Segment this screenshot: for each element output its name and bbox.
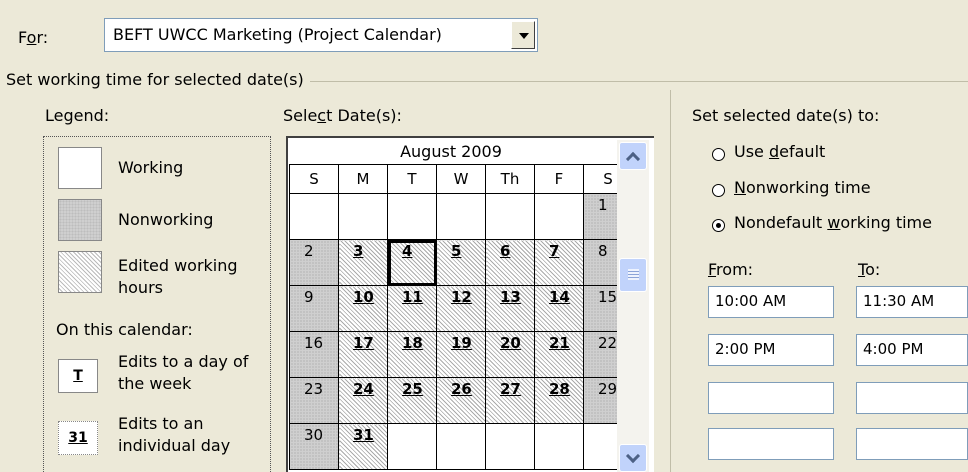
day-of-week-sample: T	[58, 359, 98, 393]
calendar-empty-cell	[485, 423, 535, 470]
calendar-day[interactable]: 10	[338, 285, 388, 332]
calendar-day[interactable]: 6	[485, 239, 535, 286]
weekday-header[interactable]: S	[289, 164, 339, 194]
from-field-2[interactable]: 2:00 PM	[708, 334, 834, 366]
from-label: From:	[708, 260, 754, 279]
calendar-empty-cell	[387, 423, 437, 470]
nondefault-radio[interactable]	[712, 219, 725, 232]
weekday-header[interactable]: Th	[485, 164, 535, 194]
legend-edited-line1: Edited working	[118, 256, 238, 275]
edited-hours-swatch	[58, 251, 102, 293]
legend-day-week-line2: the week	[118, 374, 192, 393]
calendar-day[interactable]: 31	[338, 423, 388, 470]
calendar-day[interactable]: 28	[534, 377, 584, 424]
calendar-empty-cell	[534, 423, 584, 470]
to-field-1[interactable]: 11:30 AM	[856, 286, 968, 318]
nonworking-radio[interactable]	[712, 184, 725, 197]
legend-edited-line2: hours	[118, 278, 163, 297]
scroll-down-icon[interactable]	[619, 444, 647, 472]
calendar-day[interactable]: 21	[534, 331, 584, 378]
calendar-empty-cell	[534, 193, 584, 240]
dropdown-arrow-icon[interactable]	[511, 21, 535, 49]
legend-working: Working	[118, 158, 184, 177]
select-dates-label: Select Date(s):	[283, 106, 402, 125]
legend-nonworking: Nonworking	[118, 210, 214, 229]
legend-box: Working Nonworking Edited working hours …	[43, 136, 271, 472]
legend-on-calendar: On this calendar:	[56, 320, 193, 339]
calendar-empty-cell	[289, 193, 339, 240]
calendar-empty-cell	[338, 193, 388, 240]
to-field-2[interactable]: 4:00 PM	[856, 334, 968, 366]
legend-title: Legend:	[45, 106, 110, 125]
calendar-day[interactable]: 20	[485, 331, 535, 378]
calendar-day[interactable]: 19	[436, 331, 486, 378]
group-title: Set working time for selected date(s)	[6, 70, 310, 89]
weekday-header[interactable]: W	[436, 164, 486, 194]
from-field-1[interactable]: 10:00 AM	[708, 286, 834, 318]
set-dates-title: Set selected date(s) to:	[692, 106, 880, 125]
use-default-label[interactable]: Use default	[734, 142, 825, 161]
calendar-select[interactable]: BEFT UWCC Marketing (Project Calendar)	[104, 18, 538, 52]
calendar-empty-cell	[387, 193, 437, 240]
calendar-day[interactable]: 13	[485, 285, 535, 332]
calendar-select-value: BEFT UWCC Marketing (Project Calendar)	[113, 25, 442, 44]
use-default-radio[interactable]	[712, 148, 725, 161]
calendar-scrollbar[interactable]	[617, 140, 649, 472]
calendar-day[interactable]: 16	[289, 331, 339, 378]
calendar-empty-cell	[436, 423, 486, 470]
to-field-4[interactable]	[856, 428, 968, 460]
calendar-day[interactable]: 25	[387, 377, 437, 424]
calendar-month: August 2009	[400, 142, 502, 161]
calendar-day[interactable]: 4	[387, 239, 437, 286]
calendar-day[interactable]: 24	[338, 377, 388, 424]
legend-indiv-line2: individual day	[118, 436, 231, 455]
calendar-day[interactable]: 9	[289, 285, 339, 332]
for-label: For:	[18, 28, 49, 47]
calendar-empty-cell	[485, 193, 535, 240]
to-label: To:	[858, 260, 881, 279]
calendar-day[interactable]: 7	[534, 239, 584, 286]
weekday-header[interactable]: F	[534, 164, 584, 194]
scroll-thumb[interactable]	[619, 258, 647, 292]
scroll-up-icon[interactable]	[619, 142, 647, 170]
nonworking-label[interactable]: Nonworking time	[734, 178, 871, 197]
calendar-day[interactable]: 26	[436, 377, 486, 424]
calendar-day[interactable]: 12	[436, 285, 486, 332]
weekday-header[interactable]: M	[338, 164, 388, 194]
calendar-day[interactable]: 11	[387, 285, 437, 332]
legend-indiv-line1: Edits to an	[118, 414, 204, 433]
panel-divider	[670, 90, 671, 472]
calendar-day[interactable]: 30	[289, 423, 339, 470]
from-field-3[interactable]	[708, 382, 834, 414]
calendar-day[interactable]: 2	[289, 239, 339, 286]
calendar-day[interactable]: 18	[387, 331, 437, 378]
calendar-grid: S M T W Th F S 1 2 3 4 5 6 7 8 9 10 11 12 13 14 15 16 17 18 19 20…	[289, 164, 633, 470]
nonworking-swatch	[58, 199, 102, 241]
calendar-day[interactable]: 27	[485, 377, 535, 424]
calendar-day[interactable]: 14	[534, 285, 584, 332]
weekday-header[interactable]: T	[387, 164, 437, 194]
calendar-day[interactable]: 3	[338, 239, 388, 286]
individual-day-sample: 31	[58, 421, 98, 455]
calendar-empty-cell	[436, 193, 486, 240]
from-field-4[interactable]	[708, 428, 834, 460]
calendar-day[interactable]: 17	[338, 331, 388, 378]
calendar-day[interactable]: 23	[289, 377, 339, 424]
working-swatch	[58, 147, 102, 189]
nondefault-label[interactable]: Nondefault working time	[734, 213, 932, 232]
legend-day-week-line1: Edits to a day of	[118, 352, 249, 371]
to-field-3[interactable]	[856, 382, 968, 414]
calendar-day[interactable]: 5	[436, 239, 486, 286]
